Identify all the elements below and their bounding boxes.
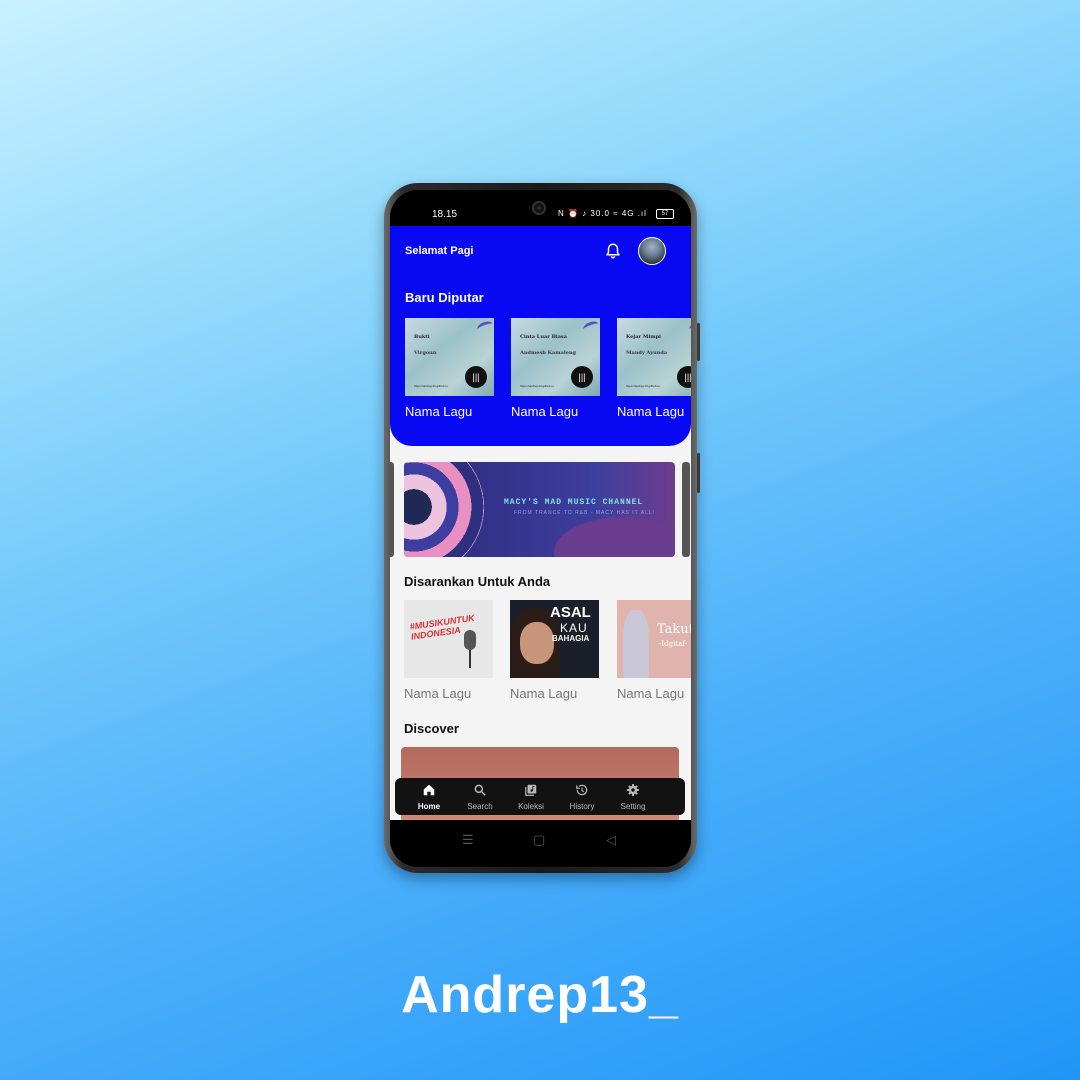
back-button[interactable]: ◁ — [606, 832, 616, 848]
song-label: Nama Lagu — [617, 404, 685, 419]
bell-icon[interactable] — [604, 241, 622, 261]
portrait-face — [520, 622, 554, 664]
spotify-code-icon: ||| — [677, 366, 691, 388]
status-icons: N ⏰ ♪ 30.0 ≈ 4G .ıl — [558, 209, 647, 218]
cover-url: https://andrep13.github.io — [414, 384, 448, 388]
banner-title: MACY'S MAD MUSIC CHANNEL — [504, 498, 644, 507]
cover-text-line1: Takut — [657, 622, 691, 637]
nav-home[interactable]: Home — [403, 778, 455, 815]
song-label: Nama Lagu — [405, 404, 473, 419]
banner-blob-graphic — [554, 517, 675, 557]
power-button — [697, 453, 700, 493]
system-nav-bar: ☰ ▢ ◁ — [390, 820, 691, 867]
microphone-icon — [464, 630, 476, 650]
album-cover: Kejar Mimpi Mandy Ayunda https://andrep1… — [617, 318, 691, 396]
spotify-code-icon: ||| — [465, 366, 487, 388]
status-time: 18.15 — [432, 209, 458, 220]
status-bar: 18.15 N ⏰ ♪ 30.0 ≈ 4G .ıl 57 — [390, 190, 691, 226]
music-app: Selamat Pagi Baru Diputar Bukti Virgoun … — [390, 226, 691, 820]
nav-label: Setting — [620, 802, 646, 811]
nav-label: Home — [417, 802, 441, 811]
song-label: Nama Lagu — [617, 686, 685, 701]
cover-text-line2: -Idgitaf- — [659, 640, 688, 648]
song-label: Nama Lagu — [510, 686, 578, 701]
recent-card-3[interactable]: Kejar Mimpi Mandy Ayunda https://andrep1… — [617, 318, 691, 419]
home-button[interactable]: ▢ — [533, 832, 545, 848]
cover-artist: Virgoun — [414, 350, 437, 356]
cover-artist: Mandy Ayunda — [626, 350, 668, 356]
greeting-text: Selamat Pagi — [405, 245, 474, 257]
cover-text-line3: BAHAGIA — [552, 634, 590, 643]
cover-url: https://andrep13.github.io — [520, 384, 554, 388]
header: Selamat Pagi Baru Diputar Bukti Virgoun … — [390, 226, 691, 446]
swoosh-decoration — [581, 319, 600, 334]
album-cover: Bukti Virgoun https://andrep13.github.io… — [405, 318, 494, 396]
front-camera — [532, 201, 546, 215]
recent-card-2[interactable]: Cinta Luar Biasa Andmesh Kamaleng https:… — [511, 318, 600, 419]
swoosh-decoration — [475, 319, 494, 334]
battery-icon: 57 — [656, 209, 674, 219]
avatar[interactable] — [638, 237, 666, 265]
mic-stand — [469, 650, 471, 668]
cover-song-title: Bukti — [414, 334, 430, 340]
banner-rings-graphic — [404, 462, 484, 557]
recent-apps-button[interactable]: ☰ — [462, 832, 474, 848]
cover-text: #MUSIKUNTUK INDONESIA — [409, 612, 476, 642]
suggested-card-1[interactable]: #MUSIKUNTUK INDONESIA Nama Lagu — [404, 600, 493, 701]
album-cover: Takut -Idgitaf- — [617, 600, 691, 678]
bottom-nav: Home Search Koleksi History Setting — [395, 778, 685, 815]
brand-watermark: Andrep13_ — [401, 966, 679, 1024]
nav-label: History — [569, 802, 595, 811]
album-cover: #MUSIKUNTUK INDONESIA — [404, 600, 493, 678]
cover-url: https://andrep13.github.io — [626, 384, 660, 388]
nav-setting[interactable]: Setting — [607, 778, 659, 815]
suggested-card-2[interactable]: ASAL KAU BAHAGIA Nama Lagu — [510, 600, 599, 701]
cover-song-title: Kejar Mimpi — [626, 334, 661, 340]
library-icon — [525, 784, 537, 796]
portrait-figure — [623, 610, 649, 678]
volume-button — [697, 323, 700, 361]
recent-card-1[interactable]: Bukti Virgoun https://andrep13.github.io… — [405, 318, 494, 419]
suggested-title: Disarankan Untuk Anda — [404, 574, 551, 589]
song-label: Nama Lagu — [511, 404, 579, 419]
cover-song-title: Cinta Luar Biasa — [520, 334, 567, 340]
discover-title: Discover — [404, 721, 459, 736]
nav-label: Search — [467, 802, 493, 811]
cover-artist: Andmesh Kamaleng — [520, 350, 577, 356]
album-cover: ASAL KAU BAHAGIA — [510, 600, 599, 678]
spotify-code-icon: ||| — [571, 366, 593, 388]
nav-koleksi[interactable]: Koleksi — [505, 778, 557, 815]
nav-label: Koleksi — [518, 802, 544, 811]
suggested-card-3[interactable]: Takut -Idgitaf- Nama Lagu — [617, 600, 691, 701]
home-icon — [423, 784, 435, 796]
album-cover: Cinta Luar Biasa Andmesh Kamaleng https:… — [511, 318, 600, 396]
history-icon — [576, 784, 588, 796]
gear-icon — [627, 784, 639, 796]
carousel-next-peek — [682, 462, 690, 557]
swoosh-decoration — [687, 319, 691, 334]
banner-subtitle: FROM TRANCE TO R&B - MACY HAS IT ALL! — [514, 510, 656, 516]
search-icon — [474, 784, 486, 796]
song-label: Nama Lagu — [404, 686, 472, 701]
cover-text-line1: ASAL — [550, 604, 591, 621]
nav-search[interactable]: Search — [454, 778, 506, 815]
phone-screen: 18.15 N ⏰ ♪ 30.0 ≈ 4G .ıl 57 Selamat Pag… — [390, 190, 691, 867]
promo-banner[interactable]: MACY'S MAD MUSIC CHANNEL FROM TRANCE TO … — [404, 462, 675, 557]
cover-text-line2: KAU — [560, 621, 588, 635]
recent-title: Baru Diputar — [405, 290, 484, 305]
carousel-prev-peek — [390, 462, 394, 557]
nav-history[interactable]: History — [556, 778, 608, 815]
